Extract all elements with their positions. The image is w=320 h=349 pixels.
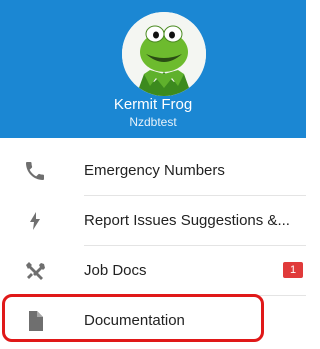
bolt-icon xyxy=(22,209,48,233)
notification-badge: 1 xyxy=(283,262,303,278)
profile-header: Kermit Frog Nzdbtest xyxy=(0,0,306,138)
menu-item-emergency-numbers[interactable]: Emergency Numbers xyxy=(0,146,306,196)
profile-name: Kermit Frog xyxy=(113,96,193,113)
phone-icon xyxy=(22,159,48,183)
avatar[interactable] xyxy=(122,12,206,96)
profile-subtitle: Nzdbtest xyxy=(129,115,177,129)
menu-item-label: Report Issues Suggestions &... xyxy=(84,212,290,229)
menu-item-report-issues[interactable]: Report Issues Suggestions &... xyxy=(0,196,306,246)
document-icon xyxy=(22,309,48,333)
menu-item-label: Job Docs xyxy=(84,262,147,279)
tools-icon xyxy=(22,259,48,283)
menu-item-label: Emergency Numbers xyxy=(84,162,225,179)
menu-item-job-docs[interactable]: Job Docs 1 xyxy=(0,246,306,296)
kermit-avatar-image xyxy=(122,12,206,96)
menu-item-label: Documentation xyxy=(84,312,185,329)
menu-item-documentation[interactable]: Documentation xyxy=(0,296,306,346)
